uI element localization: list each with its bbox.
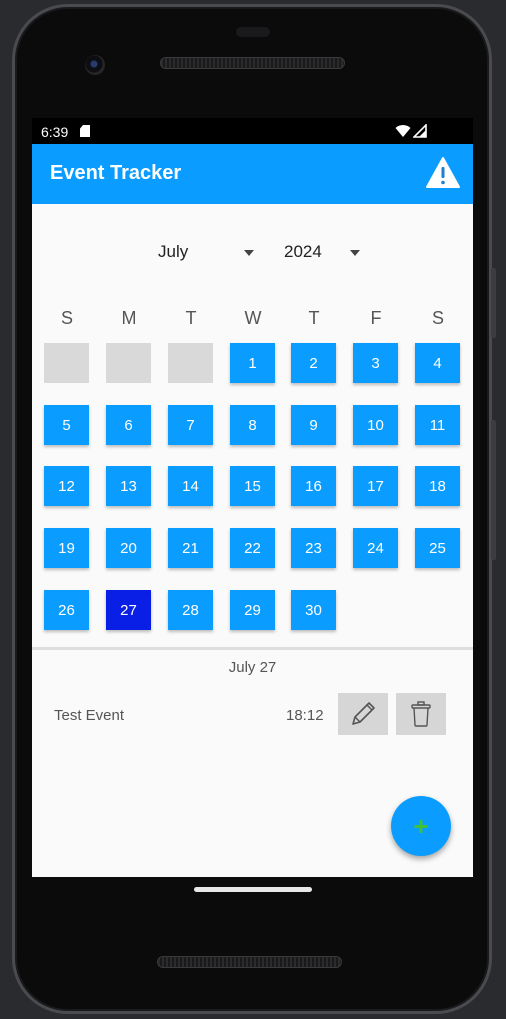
volume-button [491, 420, 496, 560]
dropdown-arrow-icon [350, 250, 360, 256]
calendar-day[interactable]: 23 [291, 528, 336, 568]
calendar-day[interactable]: 3 [353, 343, 398, 383]
dropdown-arrow-icon [244, 250, 254, 256]
calendar-day[interactable]: 28 [168, 590, 213, 630]
gesture-nav-handle[interactable] [194, 887, 312, 892]
app-title: Event Tracker [50, 162, 182, 184]
app-bar: Event Tracker [32, 144, 473, 204]
weekday-header: T [185, 308, 197, 328]
bottom-speaker [157, 956, 342, 968]
earpiece-speaker [160, 57, 345, 69]
calendar-day[interactable]: 1 [230, 343, 275, 383]
event-row[interactable]: Test Event 18:12 [32, 690, 473, 736]
calendar-day[interactable]: 30 [291, 590, 336, 630]
calendar-day[interactable]: 17 [353, 466, 398, 506]
pencil-icon [352, 702, 375, 725]
calendar-day[interactable]: 5 [44, 405, 89, 445]
calendar-empty-cell [106, 343, 151, 383]
calendar-day[interactable]: 10 [353, 405, 398, 445]
calendar-day[interactable]: 25 [415, 528, 460, 568]
event-time: 18:12 [286, 707, 324, 724]
calendar-empty-cell [44, 343, 89, 383]
main-content: July 2024 SMTWTFS 1 2 3 4 5 6 7 8 9 10 11 12 13 14 15 1… [32, 204, 473, 877]
warning-triangle-icon[interactable] [425, 156, 461, 190]
calendar-day[interactable]: 13 [106, 466, 151, 506]
month-value: July [158, 242, 189, 261]
trash-icon [411, 701, 431, 727]
calendar-day[interactable]: 14 [168, 466, 213, 506]
calendar-day-selected[interactable]: 27 [106, 590, 151, 630]
year-dropdown[interactable]: 2024 [284, 240, 364, 264]
calendar-empty-cell [168, 343, 213, 383]
calendar-day[interactable]: 20 [106, 528, 151, 568]
calendar-day[interactable]: 2 [291, 343, 336, 383]
calendar-day[interactable]: 29 [230, 590, 275, 630]
calendar-day[interactable]: 11 [415, 405, 460, 445]
weekday-header: M [121, 308, 137, 328]
section-divider [32, 647, 473, 650]
weekday-header: S [431, 308, 444, 328]
calendar-day[interactable]: 7 [168, 405, 213, 445]
calendar-day[interactable]: 24 [353, 528, 398, 568]
calendar-day[interactable]: 21 [168, 528, 213, 568]
year-value: 2024 [284, 242, 322, 261]
front-camera [85, 55, 105, 75]
proximity-sensor [236, 27, 270, 37]
calendar-day[interactable]: 26 [44, 590, 89, 630]
month-dropdown[interactable]: July [158, 240, 258, 264]
calendar-day[interactable]: 12 [44, 466, 89, 506]
calendar-day[interactable]: 19 [44, 528, 89, 568]
calendar-day[interactable]: 9 [291, 405, 336, 445]
status-time: 6:39 [41, 124, 69, 140]
weekday-header: F [370, 308, 382, 328]
calendar-day[interactable]: 6 [106, 405, 151, 445]
status-bar: 6:39 [32, 118, 473, 144]
calendar-day[interactable]: 15 [230, 466, 275, 506]
add-event-fab[interactable]: + [391, 796, 451, 856]
calendar-day[interactable]: 18 [415, 466, 460, 506]
power-button [491, 268, 496, 338]
calendar-day[interactable]: 4 [415, 343, 460, 383]
weekday-header: S [60, 308, 73, 328]
sd-card-icon [80, 125, 90, 137]
wifi-icon [395, 125, 411, 137]
weekday-header: T [308, 308, 320, 328]
calendar-day[interactable]: 22 [230, 528, 275, 568]
event-title: Test Event [54, 707, 125, 724]
signal-icon [413, 124, 427, 138]
weekday-header: W [244, 308, 262, 328]
edit-event-button[interactable] [338, 693, 388, 735]
delete-event-button[interactable] [396, 693, 446, 735]
calendar-day[interactable]: 8 [230, 405, 275, 445]
selected-date-heading: July 27 [228, 659, 277, 676]
calendar-day[interactable]: 16 [291, 466, 336, 506]
